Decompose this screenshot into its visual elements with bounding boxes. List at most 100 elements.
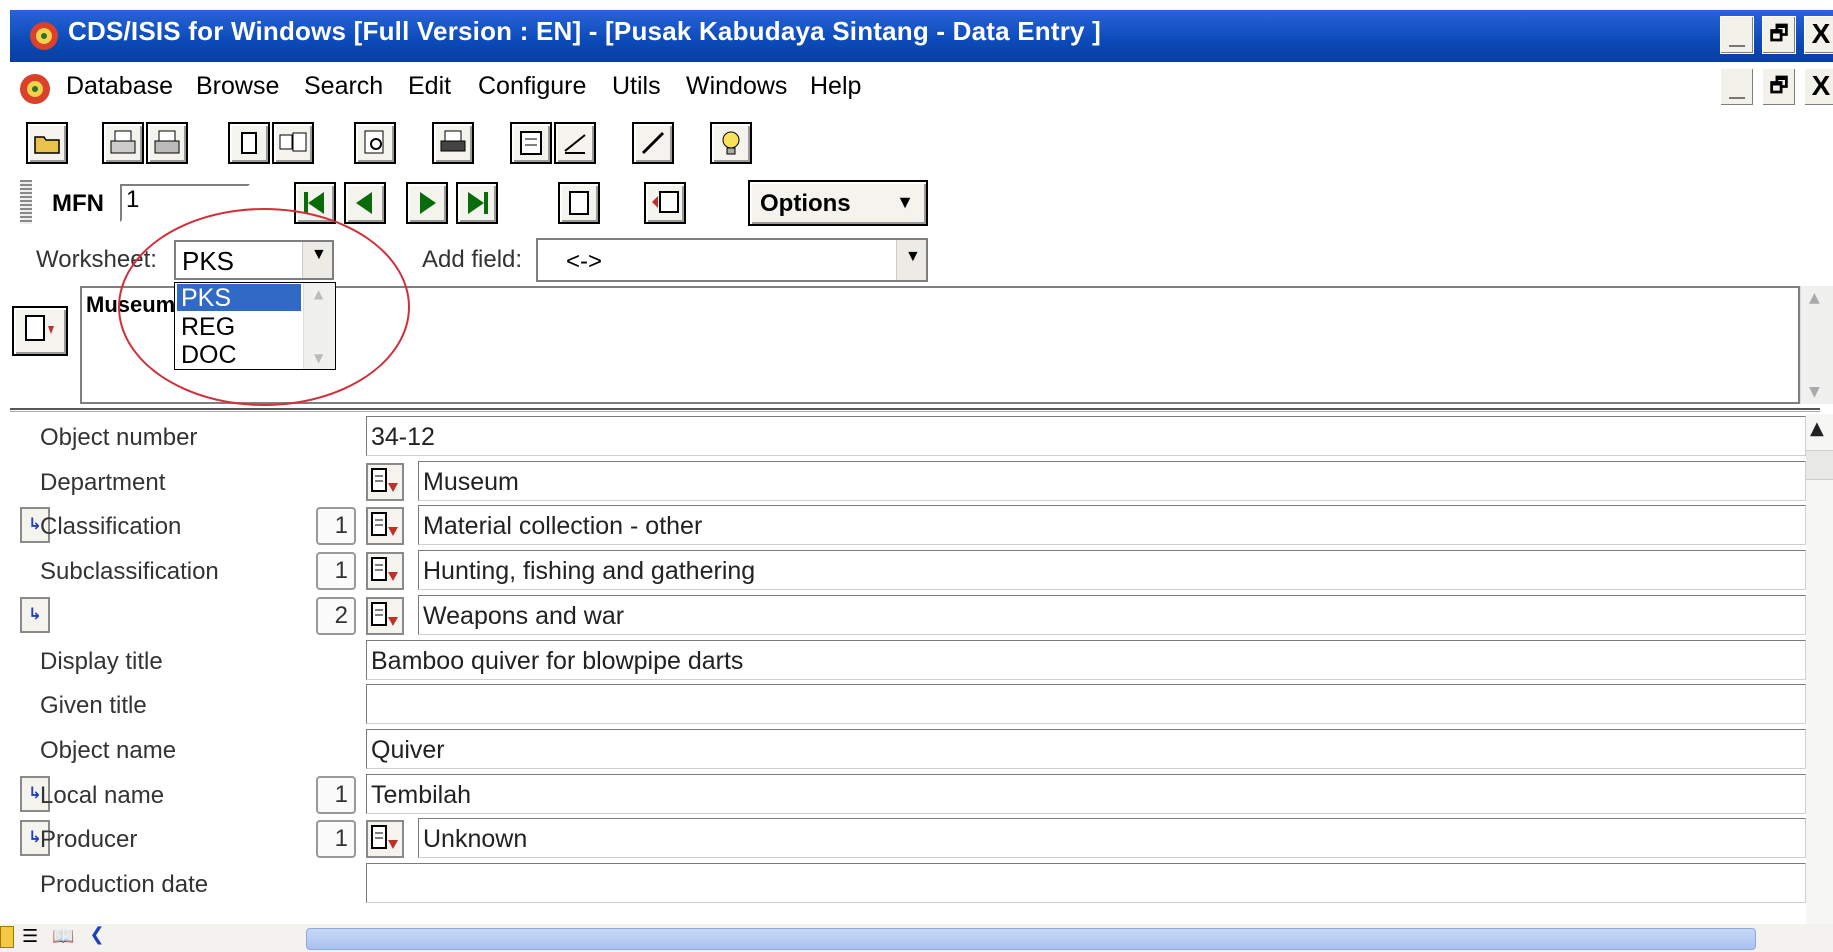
print-alt-button[interactable]	[146, 122, 188, 164]
field-input[interactable]: Unknown	[418, 818, 1806, 859]
picklist-button[interactable]	[366, 596, 404, 635]
document-down-icon	[371, 825, 398, 850]
child-close-button[interactable]: X	[1804, 68, 1833, 106]
toolbar-grip[interactable]	[20, 180, 32, 224]
new-record-icon	[569, 191, 589, 215]
main-toolbar	[10, 114, 1833, 174]
field-input[interactable]: Bamboo quiver for blowpipe darts	[366, 639, 1806, 680]
last-record-icon	[468, 192, 488, 214]
display-format-button[interactable]	[12, 306, 68, 356]
field-label: Local name	[40, 781, 165, 809]
field-label: Department	[40, 468, 166, 496]
previous-record-icon	[356, 192, 372, 214]
field-label: Producer	[40, 826, 138, 854]
add-field-value: <->	[566, 248, 603, 275]
menu-search[interactable]: Search	[304, 72, 383, 101]
picklist-button[interactable]	[366, 552, 404, 591]
data-entry-fields: Object number 34-12 Department Museum ↳ Class…	[10, 414, 1833, 924]
display-scrollbar[interactable]: ▲ ▼	[1800, 286, 1833, 404]
add-field-select[interactable]: <-> ▼	[536, 238, 928, 282]
menu-browse[interactable]: Browse	[196, 72, 279, 101]
menu-edit[interactable]: Edit	[408, 72, 451, 101]
status-bar: ☰ 📖 ❮	[0, 924, 1833, 952]
app-logo-icon	[30, 22, 58, 50]
document-icon[interactable]	[16, 70, 54, 108]
field-input[interactable]: Tembilah	[366, 773, 1806, 814]
picklist-button[interactable]	[366, 507, 404, 546]
minimize-button[interactable]: _	[1720, 16, 1754, 54]
menu-help[interactable]: Help	[810, 72, 861, 101]
add-field-label: Add field:	[422, 246, 523, 273]
printer-doc-icon	[110, 130, 136, 154]
child-restore-button[interactable]: 🗗	[1762, 68, 1796, 106]
field-input[interactable]: Material collection - other	[418, 505, 1806, 546]
form-icon	[520, 131, 542, 155]
save-record-button[interactable]	[644, 182, 686, 224]
preview-button[interactable]	[354, 122, 396, 164]
annotation-circle	[118, 208, 410, 406]
form-view-icon[interactable]	[0, 926, 14, 948]
repeat-field-icon[interactable]: ↳	[20, 596, 50, 633]
previous-record-button[interactable]	[344, 182, 386, 224]
restore-button[interactable]: 🗗	[1762, 16, 1796, 54]
menu-configure[interactable]: Configure	[478, 72, 586, 101]
field-input[interactable]: Weapons and war	[418, 594, 1806, 635]
chevron-down-icon[interactable]: ▼	[896, 240, 926, 280]
edit-tools-button[interactable]	[554, 122, 596, 164]
field-input[interactable]: 34-12	[366, 416, 1806, 456]
next-record-button[interactable]	[406, 182, 448, 224]
field-input[interactable]: Quiver	[366, 728, 1806, 769]
menu-database[interactable]: Database	[66, 72, 173, 101]
fields-scrollbar[interactable]: ▲	[1806, 414, 1833, 924]
document-down-icon	[371, 557, 398, 582]
hint-button[interactable]	[710, 122, 752, 164]
document-down-icon	[371, 512, 398, 537]
pencil-icon	[641, 131, 665, 155]
field-label: Object name	[40, 736, 177, 764]
menu-windows[interactable]: Windows	[686, 72, 787, 101]
print-preview-button[interactable]	[102, 122, 144, 164]
book-icon[interactable]: 📖	[52, 926, 74, 947]
occurrence-counter: 1	[316, 820, 356, 859]
field-input[interactable]	[366, 863, 1806, 903]
scroll-left-icon[interactable]: ❮	[84, 924, 110, 950]
occurrence-counter: 1	[316, 507, 356, 546]
picklist-button[interactable]	[366, 462, 404, 501]
save-disk-icon	[652, 191, 679, 213]
clipboard-button[interactable]	[228, 122, 270, 164]
menu-bar: Database Browse Search Edit Configure Ut…	[10, 62, 1833, 114]
field-label: Display title	[40, 647, 163, 675]
document-down-icon	[25, 315, 54, 341]
picklist-button[interactable]	[366, 820, 404, 859]
title-bar: CDS/ISIS for Windows [Full Version : EN]…	[10, 10, 1833, 62]
last-record-button[interactable]	[456, 182, 498, 224]
field-input[interactable]: Museum	[418, 460, 1806, 501]
occurrence-counter: 1	[316, 775, 356, 814]
preview-icon	[364, 130, 384, 154]
close-button[interactable]: X	[1804, 16, 1833, 54]
menu-utils[interactable]: Utils	[612, 72, 661, 101]
open-database-button[interactable]	[26, 122, 68, 164]
copy-button[interactable]	[272, 122, 314, 164]
mfn-label: MFN	[52, 190, 104, 217]
field-label: Classification	[40, 513, 182, 541]
open-folder-icon	[34, 136, 60, 154]
horizontal-scrollbar[interactable]	[306, 928, 1756, 950]
pencil-button[interactable]	[632, 122, 674, 164]
chevron-down-icon: ▼	[896, 192, 914, 212]
new-record-button[interactable]	[558, 182, 600, 224]
list-view-icon[interactable]: ☰	[22, 926, 38, 947]
field-label: Subclassification	[40, 558, 219, 586]
copy-icon	[279, 132, 307, 152]
document-down-icon	[371, 601, 398, 626]
print-button[interactable]	[432, 122, 474, 164]
field-input[interactable]	[366, 684, 1806, 725]
field-label: Production date	[40, 871, 209, 898]
field-input[interactable]: Hunting, fishing and gathering	[418, 550, 1806, 591]
form-button[interactable]	[510, 122, 552, 164]
child-minimize-button[interactable]: _	[1720, 68, 1754, 106]
options-dropdown[interactable]: Options ▼	[748, 180, 928, 226]
field-label: Object number	[40, 424, 198, 451]
field-label: Given title	[40, 692, 147, 720]
window-title: CDS/ISIS for Windows [Full Version : EN]…	[68, 16, 1101, 46]
